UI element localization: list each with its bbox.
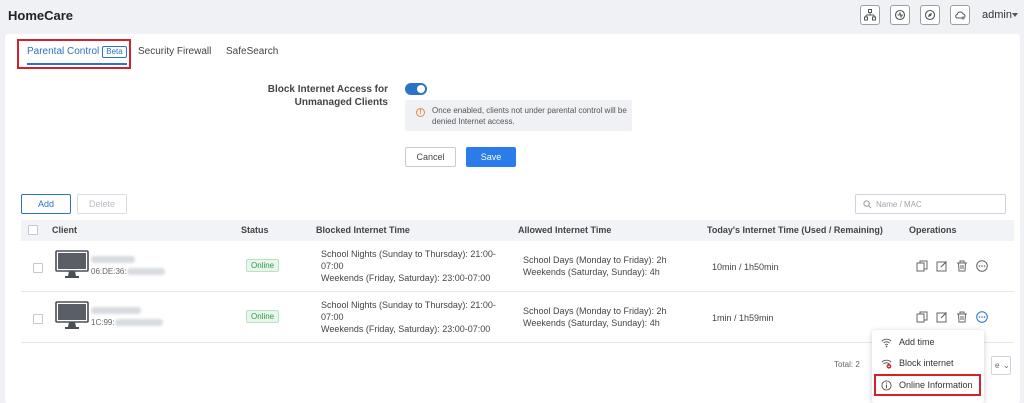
- menu-label: Block internet: [899, 358, 954, 368]
- search-input[interactable]: Name / MAC: [855, 194, 1006, 214]
- page-size-select[interactable]: e ⌄: [991, 356, 1011, 375]
- chevron-down-icon: ⌄: [1003, 361, 1010, 370]
- delete-button[interactable]: Delete: [77, 194, 127, 214]
- col-operations: Operations: [909, 225, 957, 235]
- info-notice: ! Once enabled, clients not under parent…: [405, 100, 632, 131]
- status-badge: Online: [246, 310, 280, 323]
- compass-icon[interactable]: [920, 5, 940, 25]
- copy-icon[interactable]: [916, 311, 928, 323]
- setting-label: Block Internet Access for Unmanaged Clie…: [267, 84, 388, 108]
- notice-text: Once enabled, clients not under parental…: [432, 106, 627, 126]
- edit-icon[interactable]: [936, 311, 948, 323]
- col-status: Status: [241, 225, 269, 235]
- table-row[interactable]: 06:DE:36: Online School Nights (Sunday t…: [21, 242, 1014, 292]
- edit-icon[interactable]: [936, 260, 948, 272]
- network-topology-icon[interactable]: [860, 5, 880, 25]
- highlight-box-tab: [17, 39, 131, 69]
- total-count: Total: 2: [834, 360, 860, 369]
- col-client: Client: [52, 225, 78, 235]
- diagnostics-icon[interactable]: [890, 5, 910, 25]
- tab-bar: Parental Control Beta Security Firewall S…: [5, 34, 1020, 70]
- block-unmanaged-toggle[interactable]: [405, 83, 427, 95]
- wifi-icon: [881, 338, 892, 348]
- client-name-redacted: [91, 306, 141, 315]
- top-bar: HomeCare admin: [0, 0, 1024, 32]
- page-size-value: e: [995, 361, 1000, 370]
- computer-icon: [55, 301, 89, 329]
- trash-icon[interactable]: [956, 260, 968, 272]
- status-badge: Online: [246, 259, 280, 272]
- row-checkbox[interactable]: [33, 314, 43, 324]
- allowed-time: School Days (Monday to Friday): 2h Weeken…: [523, 255, 667, 277]
- copy-icon[interactable]: [916, 260, 928, 272]
- client-name-redacted: [91, 255, 135, 264]
- user-menu[interactable]: admin: [982, 9, 1012, 21]
- today-time: 1min / 1h59min: [712, 313, 774, 323]
- select-all-checkbox[interactable]: [28, 225, 38, 235]
- app-title: HomeCare: [8, 8, 74, 23]
- more-icon[interactable]: [976, 311, 988, 323]
- col-allowed-time: Allowed Internet Time: [518, 225, 612, 235]
- add-button[interactable]: Add: [21, 194, 71, 214]
- more-icon[interactable]: [976, 260, 988, 272]
- cloud-icon[interactable]: [950, 5, 970, 25]
- client-mac: 1C:99:: [91, 318, 163, 327]
- search-placeholder: Name / MAC: [876, 200, 922, 209]
- allowed-time: School Days (Monday to Friday): 2h Weeken…: [523, 306, 667, 328]
- tab-security-firewall[interactable]: Security Firewall: [138, 46, 211, 57]
- col-blocked-time: Blocked Internet Time: [316, 225, 410, 235]
- computer-icon: [55, 250, 89, 278]
- save-button[interactable]: Save: [466, 147, 516, 167]
- menu-label: Add time: [899, 337, 935, 347]
- menu-item-add-time[interactable]: Add time: [872, 332, 984, 352]
- main-card: Parental Control Beta Security Firewall S…: [5, 34, 1020, 403]
- search-icon: [863, 200, 872, 209]
- table-row[interactable]: 1C:99: Online School Nights (Sunday to T…: [21, 293, 1014, 343]
- blocked-time: School Nights (Sunday to Thursday): 21:0…: [321, 300, 496, 334]
- menu-item-block-internet[interactable]: Block internet: [872, 353, 984, 373]
- col-today-time: Today's Internet Time (Used / Remaining): [707, 225, 883, 235]
- client-mac: 06:DE:36:: [91, 267, 165, 276]
- tab-safesearch[interactable]: SafeSearch: [226, 46, 278, 57]
- trash-icon[interactable]: [956, 311, 968, 323]
- row-checkbox[interactable]: [33, 263, 43, 273]
- today-time: 10min / 1h50min: [712, 262, 779, 272]
- highlight-box-online-information: [874, 374, 981, 396]
- chevron-down-icon[interactable]: [1012, 13, 1018, 17]
- table-header: Client Status Blocked Internet Time Allo…: [21, 220, 1014, 241]
- wifi-blocked-icon: [881, 359, 892, 369]
- blocked-time: School Nights (Sunday to Thursday): 21:0…: [321, 249, 496, 283]
- cancel-button[interactable]: Cancel: [405, 147, 456, 167]
- warning-icon: !: [416, 108, 425, 117]
